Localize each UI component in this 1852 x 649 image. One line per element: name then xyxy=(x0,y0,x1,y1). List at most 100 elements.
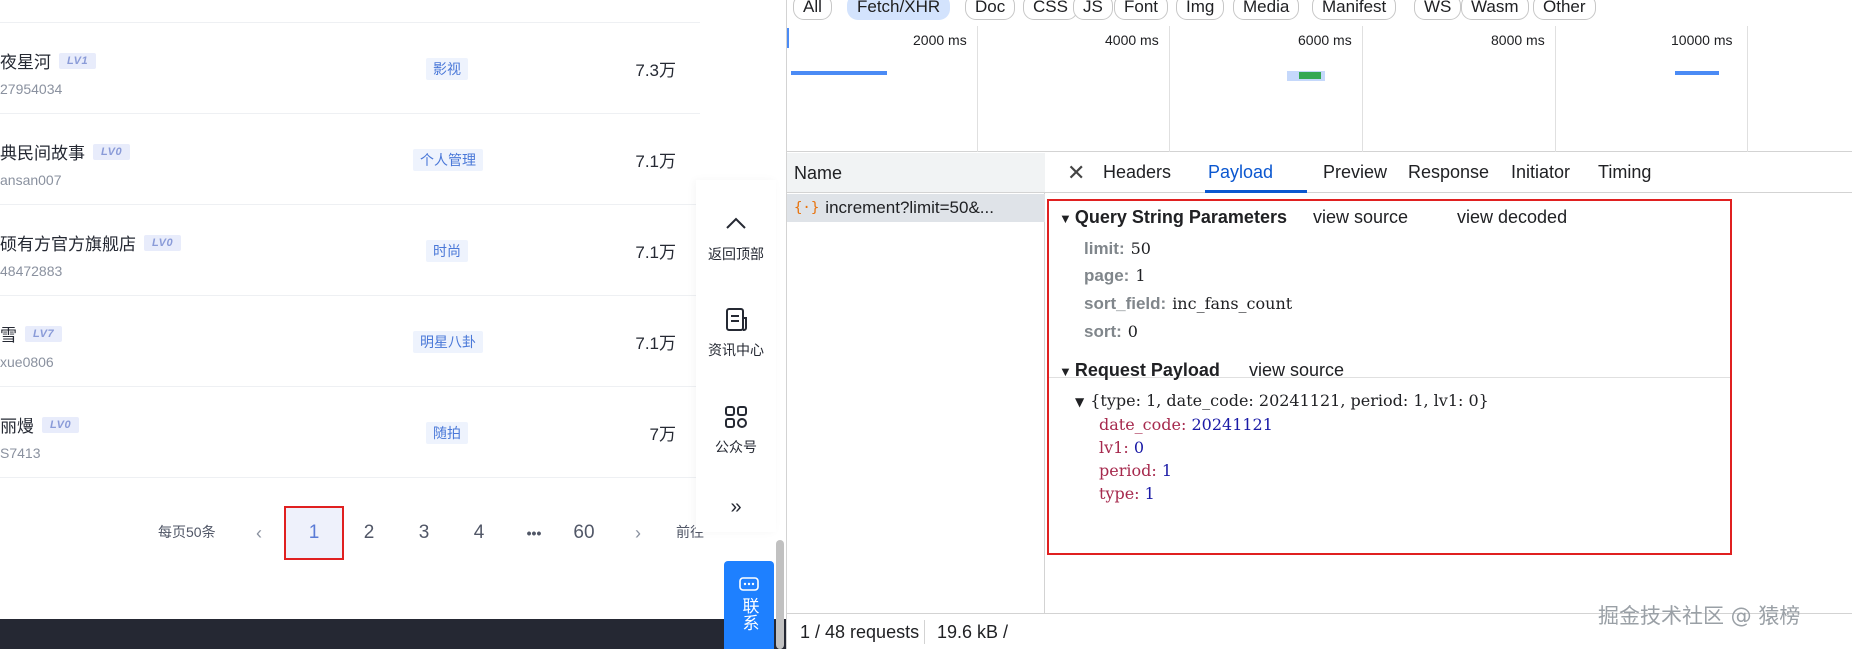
side-toolbar: 返回顶部 资讯中心 公众号 » xyxy=(696,180,776,532)
filter-doc[interactable]: Doc xyxy=(965,0,1016,20)
close-details-button[interactable]: ✕ xyxy=(1067,160,1085,186)
account-name[interactable]: 丽熳 xyxy=(0,412,34,437)
expand-toolbar-button[interactable]: » xyxy=(696,496,776,519)
expanded-triangle-icon: ▼ xyxy=(1059,211,1072,226)
account-name[interactable]: 典民间故事 xyxy=(0,139,85,164)
filter-ws[interactable]: WS xyxy=(1414,0,1462,20)
tab-timing[interactable]: Timing xyxy=(1598,162,1651,183)
contact-label: 联系 xyxy=(739,597,759,631)
news-center-label: 资讯中心 xyxy=(708,342,764,358)
timeline-tick: 4000 ms xyxy=(1105,32,1159,48)
table-row[interactable]: 典民间故事 LV0 ansan007 个人管理 7.1万 xyxy=(0,114,700,205)
query-params-header[interactable]: ▼ Query String Parameters xyxy=(1059,207,1287,228)
account-id: ansan007 xyxy=(0,172,62,188)
payload-view-source-link[interactable]: view source xyxy=(1249,360,1344,381)
tab-headers[interactable]: Headers xyxy=(1103,162,1171,183)
page-button-2[interactable]: 2 xyxy=(339,506,399,560)
request-count: 1 / 48 requests xyxy=(800,622,920,642)
official-account-button[interactable]: 公众号 xyxy=(696,403,776,457)
category-tag: 随拍 xyxy=(426,422,468,444)
news-center-button[interactable]: 资讯中心 xyxy=(696,306,776,360)
timeline-bar xyxy=(1675,71,1719,75)
account-id: 48472883 xyxy=(0,263,63,279)
filter-other[interactable]: Other xyxy=(1533,0,1596,20)
status-divider xyxy=(924,620,925,644)
category-tag: 个人管理 xyxy=(413,149,483,171)
payload-field: period: 1 xyxy=(1099,461,1173,480)
account-id: S7413 xyxy=(0,445,41,461)
payload-field: type: 1 xyxy=(1099,484,1155,503)
view-decoded-link[interactable]: view decoded xyxy=(1457,207,1567,228)
level-badge: LV0 xyxy=(93,143,131,160)
page-button-1[interactable]: 1 xyxy=(284,506,344,560)
query-param: limit: 50 xyxy=(1084,239,1151,258)
level-badge: LV0 xyxy=(42,416,80,433)
request-payload-header[interactable]: ▼ Request Payload xyxy=(1059,360,1220,381)
filter-manifest[interactable]: Manifest xyxy=(1312,0,1397,20)
pagination: 每页50条 ‹ 1 2 3 4 ••• 60 › 前往 xyxy=(0,478,704,584)
network-overview-timeline[interactable]: 2000 ms 4000 ms 6000 ms 8000 ms 10000 ms xyxy=(787,26,1852,152)
request-details: ✕ Headers Payload Preview Response Initi… xyxy=(1045,153,1852,613)
account-id: 27954034 xyxy=(0,81,63,97)
account-name[interactable]: 夜星河 xyxy=(0,48,51,73)
filter-img[interactable]: Img xyxy=(1176,0,1225,20)
page-button-4[interactable]: 4 xyxy=(449,506,509,560)
timeline-gridline xyxy=(1555,26,1556,152)
page-size-select[interactable]: 每页50条 xyxy=(158,522,216,542)
page-scrollbar[interactable] xyxy=(776,540,784,649)
filter-font[interactable]: Font xyxy=(1114,0,1169,20)
name-column-header[interactable]: Name xyxy=(787,153,1045,193)
payload-field: lv1: 0 xyxy=(1099,438,1145,457)
contact-button[interactable]: 联系 xyxy=(724,561,774,649)
request-type-filters: All Fetch/XHR Doc CSS JS Font Img Media … xyxy=(787,0,1852,22)
timeline-gridline xyxy=(1362,26,1363,152)
account-name[interactable]: 硕有方官方旗舰店 xyxy=(0,230,136,255)
level-badge: LV1 xyxy=(59,52,97,69)
transferred-size: 19.6 kB / xyxy=(937,622,1009,642)
page-button-3[interactable]: 3 xyxy=(394,506,454,560)
document-icon xyxy=(726,308,747,331)
prev-page-button[interactable]: ‹ xyxy=(229,506,289,560)
devtools-network-panel: All Fetch/XHR Doc CSS JS Font Img Media … xyxy=(786,0,1852,649)
fans-count: 7.3万 xyxy=(635,61,676,80)
table-row[interactable]: 硕有方官方旗舰店 LV0 48472883 时尚 7.1万 xyxy=(0,205,700,296)
filter-all[interactable]: All xyxy=(793,0,832,20)
active-tab-indicator xyxy=(1205,190,1307,193)
tab-preview[interactable]: Preview xyxy=(1323,162,1387,183)
timeline-bar xyxy=(1299,72,1321,79)
timeline-gridline xyxy=(1747,26,1748,152)
timeline-tick: 10000 ms xyxy=(1671,32,1733,48)
details-tab-bar: ✕ Headers Payload Preview Response Initi… xyxy=(1045,153,1852,193)
fans-count: 7.1万 xyxy=(635,243,676,262)
chat-icon xyxy=(739,577,759,591)
filter-js[interactable]: JS xyxy=(1073,0,1113,20)
tab-initiator[interactable]: Initiator xyxy=(1511,162,1570,183)
table-row[interactable]: 夜星河 LV1 27954034 影视 7.3万 xyxy=(0,23,700,114)
filter-media[interactable]: Media xyxy=(1233,0,1300,20)
expanded-triangle-icon: ▼ xyxy=(1059,364,1072,379)
payload-field: date_code: 20241121 xyxy=(1099,415,1273,434)
double-chevron-icon: » xyxy=(730,496,742,518)
watermark-text: 掘金技术社区 @ 猿榜 xyxy=(1598,604,1801,628)
fans-count: 7万 xyxy=(649,425,676,444)
timeline-gridline xyxy=(1169,26,1170,152)
account-id: xue0806 xyxy=(0,354,54,370)
tab-payload[interactable]: Payload xyxy=(1208,162,1273,183)
filter-css[interactable]: CSS xyxy=(1023,0,1078,20)
timeline-gridline xyxy=(977,26,978,152)
tab-response[interactable]: Response xyxy=(1408,162,1489,183)
account-name[interactable]: 雪 xyxy=(0,321,17,346)
category-tag: 明星八卦 xyxy=(413,331,483,353)
table-row[interactable]: 雪 LV7 xue0806 明星八卦 7.1万 xyxy=(0,296,700,387)
view-source-link[interactable]: view source xyxy=(1313,207,1408,228)
table-row[interactable]: 丽熳 LV0 S7413 随拍 7万 xyxy=(0,387,700,478)
back-to-top-button[interactable]: 返回顶部 xyxy=(696,210,776,264)
payload-highlight-box: ▼ Query String Parameters view source vie… xyxy=(1047,199,1732,555)
payload-object-summary[interactable]: ▼ {type: 1, date_code: 20241121, period: … xyxy=(1075,391,1489,410)
next-page-button[interactable]: › xyxy=(608,506,668,560)
filter-fetch-xhr[interactable]: Fetch/XHR xyxy=(847,0,951,20)
page-button-60[interactable]: 60 xyxy=(554,506,614,560)
list-row-partial xyxy=(0,0,700,23)
request-row[interactable]: {·} increment?limit=50&... xyxy=(787,194,1045,222)
filter-wasm[interactable]: Wasm xyxy=(1461,0,1529,20)
